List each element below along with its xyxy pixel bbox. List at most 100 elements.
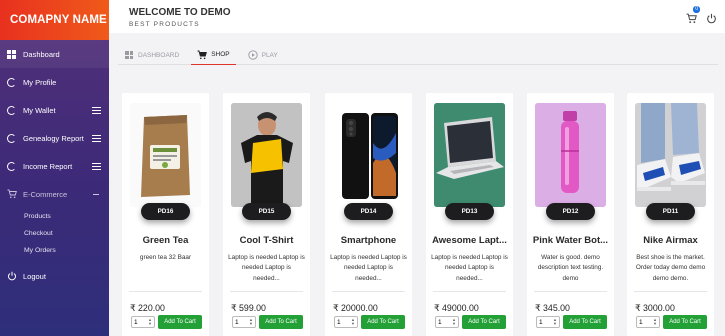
tab-play[interactable]: PLAY <box>242 45 284 65</box>
tab-label: SHOP <box>211 51 230 58</box>
product-price: ₹ 220.00 <box>130 303 165 313</box>
product-image-smartphone[interactable] <box>333 103 404 207</box>
divider <box>433 291 506 292</box>
hamburger-icon[interactable] <box>92 134 101 142</box>
quantity-stepper[interactable]: 1 ▲ ▼ <box>636 316 660 328</box>
product-image-pink-water-bottle[interactable] <box>535 103 606 207</box>
divider <box>230 291 303 292</box>
sidebar-item-logout[interactable]: Logout <box>0 262 109 290</box>
product-description: Laptop is needed Laptop is needed Laptop… <box>330 254 407 282</box>
add-to-cart-button[interactable]: Add To Cart <box>158 315 202 329</box>
product-image-green-tea[interactable] <box>130 103 201 207</box>
add-to-cart-button[interactable]: Add To Cart <box>462 315 506 329</box>
tab-bar: DASHBOARD SHOP PLAY <box>118 45 718 65</box>
sidebar-nav-bottom: Logout <box>0 262 109 290</box>
product-card: PD16 Green Tea green tea 32 Baar ₹ 220.0… <box>122 93 209 336</box>
sidebar-item-genealogy-report[interactable]: Genealogy Report <box>0 124 109 152</box>
stepper-arrows-icon[interactable]: ▲ ▼ <box>248 318 254 326</box>
product-name[interactable]: Pink Water Bot... <box>530 235 611 246</box>
sidebar-item-label: E-Commerce <box>23 189 68 199</box>
hamburger-icon[interactable] <box>92 106 101 114</box>
product-name[interactable]: Smartphone <box>328 235 409 246</box>
divider <box>129 291 202 292</box>
dashboard-icon <box>6 49 17 60</box>
product-name[interactable]: Nike Airmax <box>630 235 711 246</box>
product-code-badge: PD11 <box>646 203 695 220</box>
product-card: PD15 Cool T-Shirt Laptop is needed Lapto… <box>223 93 310 336</box>
sidebar-item-dashboard[interactable]: Dashboard <box>0 40 109 68</box>
sidebar: COMAPNY NAME Dashboard My Profile My Wal… <box>0 0 109 336</box>
product-card: PD14 Smartphone Laptop is needed Laptop … <box>325 93 412 336</box>
brand-logo[interactable]: COMAPNY NAME <box>0 0 109 40</box>
tab-label: PLAY <box>261 51 278 59</box>
quantity-value: 1 <box>639 318 643 326</box>
quantity-value: 1 <box>438 318 442 326</box>
tab-dashboard[interactable]: DASHBOARD <box>118 45 185 65</box>
circle-icon <box>6 105 17 116</box>
add-to-cart-button[interactable]: Add To Cart <box>663 315 707 329</box>
sidebar-item-label: My Profile <box>23 77 57 87</box>
product-price: ₹ 3000.00 <box>635 303 675 313</box>
sidebar-item-my-profile[interactable]: My Profile <box>0 68 109 96</box>
product-code-badge: PD14 <box>344 203 393 220</box>
grid-icon <box>124 50 134 60</box>
product-name[interactable]: Awesome Lapt... <box>429 235 510 246</box>
product-name[interactable]: Green Tea <box>125 235 206 246</box>
stepper-arrows-icon[interactable]: ▲ ▼ <box>451 318 457 326</box>
circle-icon <box>6 133 17 144</box>
submenu-item-products[interactable]: Products <box>0 208 109 225</box>
collapse-icon[interactable] <box>93 193 99 195</box>
product-name[interactable]: Cool T-Shirt <box>226 235 307 246</box>
add-to-cart-button[interactable]: Add To Cart <box>361 315 405 329</box>
product-image-nike-airmax[interactable] <box>635 103 706 207</box>
add-to-cart-button[interactable]: Add To Cart <box>563 315 607 329</box>
sidebar-nav: Dashboard My Profile My Wallet Genealogy… <box>0 40 109 208</box>
product-description: Laptop is needed Laptop is needed Laptop… <box>228 254 305 282</box>
play-icon <box>247 50 258 60</box>
quantity-stepper[interactable]: 1 ▲ ▼ <box>131 316 155 328</box>
sidebar-item-label: Logout <box>23 271 46 281</box>
product-description: Water is good. demo description text tes… <box>537 254 604 282</box>
circle-icon <box>6 161 17 172</box>
add-to-cart-button[interactable]: Add To Cart <box>259 315 303 329</box>
divider <box>634 291 707 292</box>
product-code-badge: PD12 <box>546 203 595 220</box>
quantity-stepper[interactable]: 1 ▲ ▼ <box>334 316 358 328</box>
power-icon[interactable] <box>706 11 717 24</box>
product-price: ₹ 49000.00 <box>434 303 479 313</box>
stepper-arrows-icon[interactable]: ▲ ▼ <box>652 318 658 326</box>
circle-icon <box>6 77 17 88</box>
submenu-item-my-orders[interactable]: My Orders <box>0 242 109 259</box>
product-price: ₹ 345.00 <box>535 303 570 313</box>
sidebar-item-my-wallet[interactable]: My Wallet <box>0 96 109 124</box>
sidebar-item-label: Income Report <box>23 161 73 171</box>
cart-count-badge: 0 <box>693 6 700 13</box>
top-header: WELCOME TO DEMO BEST PRODUCTS 0 <box>109 0 725 33</box>
stepper-arrows-icon[interactable]: ▲ ▼ <box>350 318 356 326</box>
tab-shop[interactable]: SHOP <box>191 45 236 65</box>
divider <box>332 291 405 292</box>
sidebar-item-e-commerce[interactable]: E-Commerce <box>0 180 109 208</box>
hamburger-icon[interactable] <box>92 162 101 170</box>
quantity-stepper[interactable]: 1 ▲ ▼ <box>435 316 459 328</box>
page-title: WELCOME TO DEMO <box>129 7 231 18</box>
quantity-stepper[interactable]: 1 ▲ ▼ <box>536 316 560 328</box>
product-card: PD13 Awesome Lapt... Laptop is needed La… <box>426 93 513 336</box>
product-card: PD12 Pink Water Bot... Water is good. de… <box>527 93 614 336</box>
product-price: ₹ 20000.00 <box>333 303 378 313</box>
stepper-arrows-icon[interactable]: ▲ ▼ <box>147 318 153 326</box>
submenu-item-checkout[interactable]: Checkout <box>0 225 109 242</box>
product-code-badge: PD16 <box>141 203 190 220</box>
product-description: Best shoe is the market. Order today dem… <box>635 254 706 282</box>
stepper-arrows-icon[interactable]: ▲ ▼ <box>552 318 558 326</box>
sidebar-item-label: Genealogy Report <box>23 133 84 143</box>
product-price: ₹ 599.00 <box>231 303 266 313</box>
cart-icon <box>197 50 208 60</box>
sidebar-item-label: My Wallet <box>23 105 56 115</box>
divider <box>534 291 607 292</box>
quantity-value: 1 <box>134 318 138 326</box>
quantity-stepper[interactable]: 1 ▲ ▼ <box>232 316 256 328</box>
product-image-awesome-laptop[interactable] <box>434 103 505 207</box>
sidebar-item-income-report[interactable]: Income Report <box>0 152 109 180</box>
product-image-cool-t-shirt[interactable] <box>231 103 302 207</box>
